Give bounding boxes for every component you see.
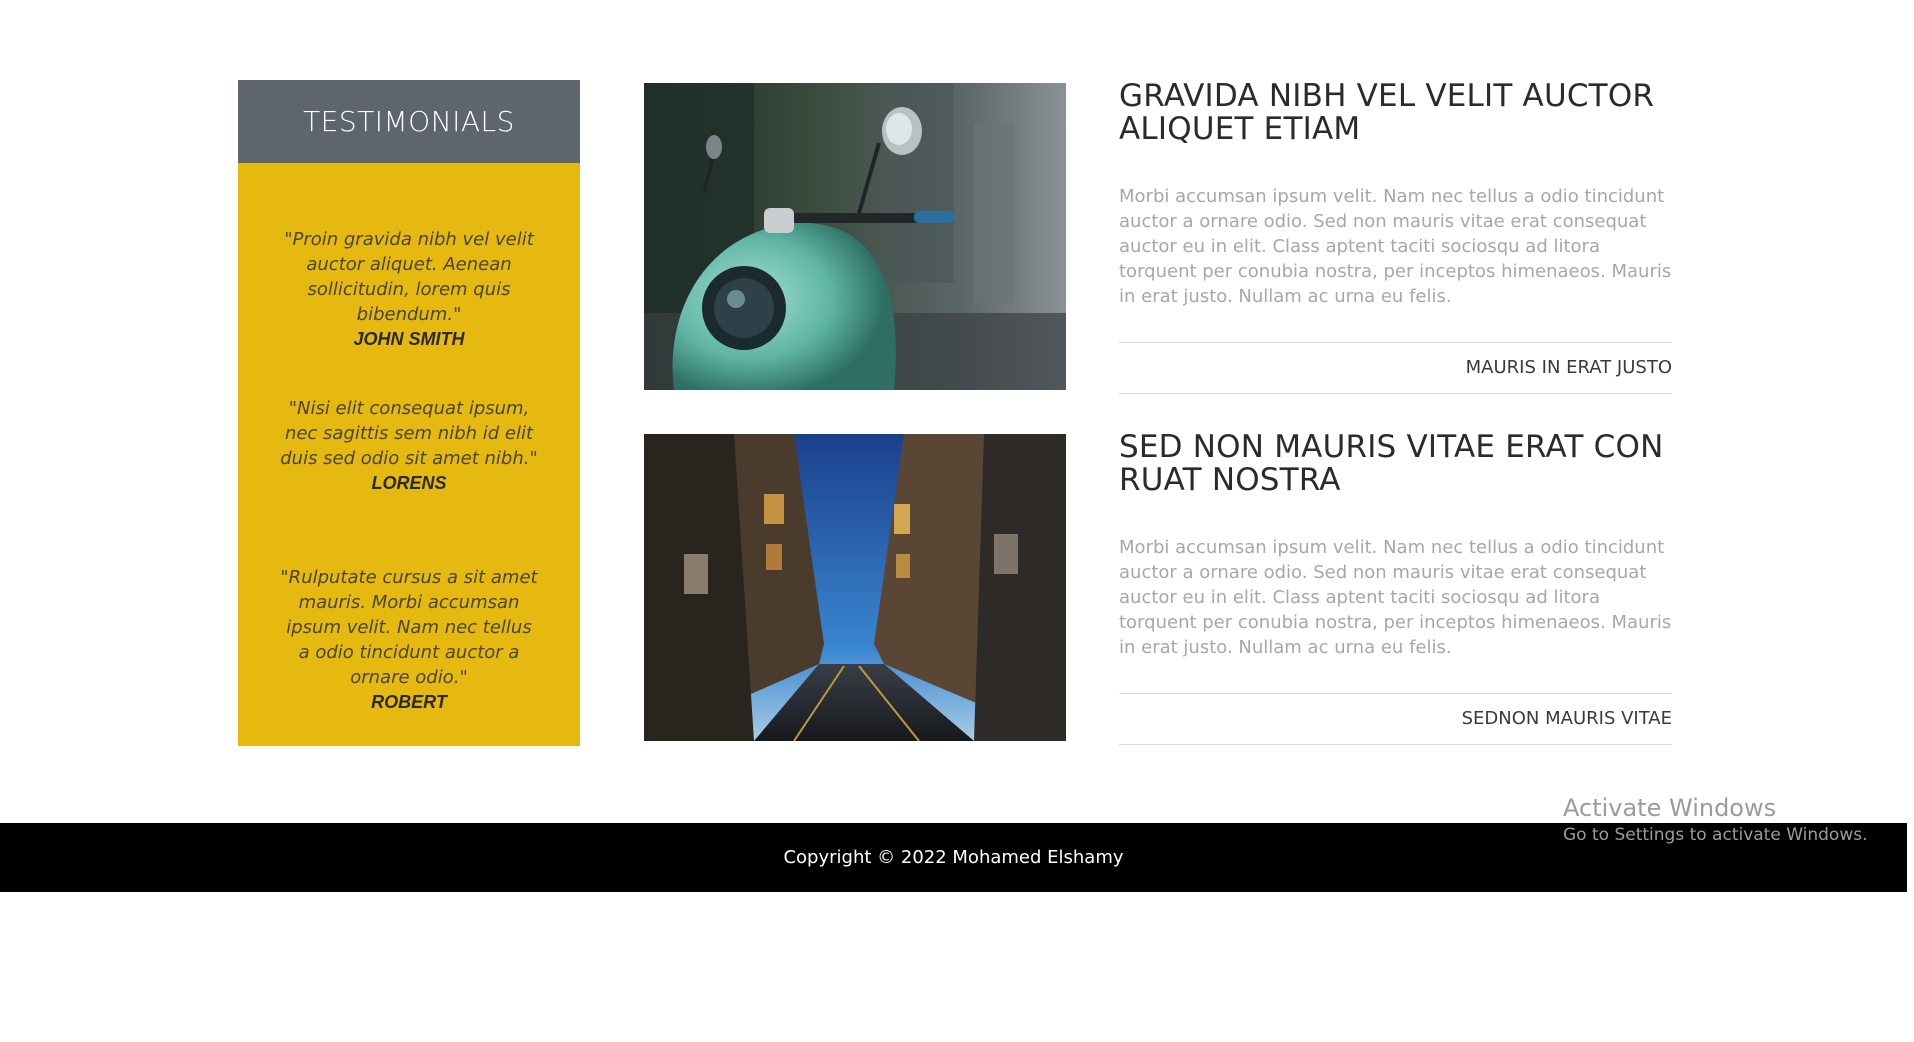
testimonials-header: TESTIMONIALS xyxy=(238,80,580,163)
testimonial-item: "Nisi elit consequat ipsum, nec sagittis… xyxy=(278,396,540,496)
watermark-title: Activate Windows xyxy=(1563,794,1777,822)
testimonial-item: "Rulputate cursus a sit amet mauris. Mor… xyxy=(278,565,540,715)
scooter-photo xyxy=(644,83,1066,390)
scooter-image xyxy=(644,83,1066,390)
testimonial-quote: "Rulputate cursus a sit amet mauris. Mor… xyxy=(280,567,538,688)
street-image xyxy=(644,434,1066,741)
article-title: GRAVIDA NIBH VEL VELIT AUCTOR ALIQUET ET… xyxy=(1119,78,1655,147)
testimonial-quote: "Proin gravida nibh vel velit auctor ali… xyxy=(284,229,534,325)
testimonial-quote: "Nisi elit consequat ipsum, nec sagittis… xyxy=(280,398,538,469)
article-card: GRAVIDA NIBH VEL VELIT AUCTOR ALIQUET ET… xyxy=(1119,80,1672,394)
article-body: Morbi accumsan ipsum velit. Nam nec tell… xyxy=(1119,186,1672,307)
testimonial-item: "Proin gravida nibh vel velit auctor ali… xyxy=(278,227,540,352)
testimonial-author: JOHN SMITH xyxy=(353,329,465,349)
copyright-text: Copyright © 2022 Mohamed Elshamy xyxy=(783,847,1124,868)
testimonials-title: TESTIMONIALS xyxy=(303,105,515,138)
watermark-subtitle: Go to Settings to activate Windows. xyxy=(1563,825,1868,845)
testimonial-author: LORENS xyxy=(371,473,447,493)
article-read-more-link[interactable]: SEDNON MAURIS VITAE xyxy=(1119,694,1672,745)
article-read-more-link[interactable]: MAURIS IN ERAT JUSTO xyxy=(1119,343,1672,394)
article-card: SED NON MAURIS VITAE ERAT CON RUAT NOSTR… xyxy=(1119,431,1672,745)
testimonial-author: ROBERT xyxy=(371,692,447,712)
activation-watermark: Activate Windows Go to Settings to activ… xyxy=(1563,793,1868,847)
article-title: SED NON MAURIS VITAE ERAT CON RUAT NOSTR… xyxy=(1119,429,1664,498)
street-photo xyxy=(644,434,1066,741)
testimonials-panel: TESTIMONIALS "Proin gravida nibh vel vel… xyxy=(238,80,580,746)
article-body: Morbi accumsan ipsum velit. Nam nec tell… xyxy=(1119,537,1672,658)
